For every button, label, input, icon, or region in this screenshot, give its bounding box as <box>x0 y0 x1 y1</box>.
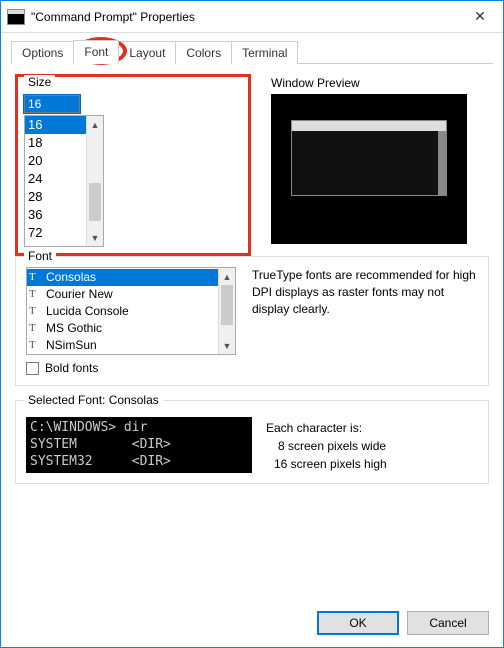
font-option[interactable]: TConsolas <box>27 269 218 286</box>
scroll-down-icon[interactable]: ▼ <box>219 337 235 354</box>
font-items: TConsolas TCourier New TLucida Console T… <box>27 268 218 354</box>
dialog-buttons: OK Cancel <box>317 611 489 635</box>
font-listbox[interactable]: TConsolas TCourier New TLucida Console T… <box>26 267 236 355</box>
titlebar: "Command Prompt" Properties ✕ <box>1 1 503 33</box>
preview-column: Window Preview <box>271 74 489 256</box>
truetype-icon: T <box>29 303 43 320</box>
size-listbox[interactable]: 16 18 20 24 28 36 72 ▲ ▼ <box>24 115 104 247</box>
tab-colors[interactable]: Colors <box>175 41 232 64</box>
font-option[interactable]: TLucida Console <box>27 303 218 320</box>
cancel-button[interactable]: Cancel <box>407 611 489 635</box>
sample-description: Each character is: 8 screen pixels wide … <box>266 417 478 473</box>
scroll-track[interactable] <box>87 133 103 229</box>
size-option[interactable]: 72 <box>25 224 86 242</box>
size-option[interactable]: 18 <box>25 134 86 152</box>
close-button[interactable]: ✕ <box>457 1 503 33</box>
truetype-icon: T <box>29 286 43 303</box>
size-option[interactable]: 36 <box>25 206 86 224</box>
cmd-icon <box>7 9 25 25</box>
font-group: Font TConsolas TCourier New TLucida Cons… <box>15 256 489 386</box>
selected-font-label: Selected Font: Consolas <box>24 393 163 407</box>
truetype-icon: T <box>29 337 43 354</box>
size-label: Size <box>24 75 55 89</box>
size-scrollbar[interactable]: ▲ ▼ <box>86 116 103 246</box>
size-input[interactable] <box>24 95 80 113</box>
scroll-down-icon[interactable]: ▼ <box>87 229 103 246</box>
bold-fonts-label: Bold fonts <box>45 361 98 375</box>
ok-button[interactable]: OK <box>317 611 399 635</box>
tab-strip: Options Font Layout Colors Terminal <box>11 39 493 64</box>
font-group-label: Font <box>24 249 56 263</box>
scroll-track[interactable] <box>219 285 235 337</box>
tab-layout[interactable]: Layout <box>118 41 176 64</box>
font-option[interactable]: TCourier New <box>27 286 218 303</box>
scroll-thumb[interactable] <box>89 183 101 221</box>
size-option[interactable]: 20 <box>25 152 86 170</box>
window-preview-label: Window Preview <box>271 76 489 90</box>
properties-window: "Command Prompt" Properties ✕ Options Fo… <box>0 0 504 648</box>
window-preview <box>271 94 467 244</box>
size-group: Size 16 18 20 24 28 36 72 ▲ <box>15 74 251 256</box>
size-option[interactable]: 16 <box>25 116 86 134</box>
truetype-icon: T <box>29 320 43 337</box>
window-title: "Command Prompt" Properties <box>31 10 457 24</box>
font-description: TrueType fonts are recommended for high … <box>252 267 478 355</box>
scroll-up-icon[interactable]: ▲ <box>87 116 103 133</box>
tab-content: Size 16 18 20 24 28 36 72 ▲ <box>1 64 503 647</box>
bold-fonts-row[interactable]: Bold fonts <box>26 361 478 375</box>
tab-options[interactable]: Options <box>11 41 74 64</box>
size-option[interactable]: 28 <box>25 188 86 206</box>
size-option[interactable]: 24 <box>25 170 86 188</box>
truetype-icon: T <box>29 269 43 286</box>
font-sample: C:\WINDOWS> dir SYSTEM <DIR> SYSTEM32 <D… <box>26 417 252 473</box>
selected-font-group: Selected Font: Consolas C:\WINDOWS> dir … <box>15 400 489 484</box>
char-width: 8 screen pixels wide <box>266 437 478 455</box>
font-option[interactable]: TNSimSun <box>27 337 218 354</box>
scroll-thumb[interactable] <box>221 285 233 325</box>
size-items: 16 18 20 24 28 36 72 <box>25 116 86 246</box>
bold-fonts-checkbox[interactable] <box>26 362 39 375</box>
tab-font[interactable]: Font <box>73 40 119 64</box>
scroll-up-icon[interactable]: ▲ <box>219 268 235 285</box>
tab-terminal[interactable]: Terminal <box>231 41 298 64</box>
preview-console-icon <box>291 120 447 196</box>
font-scrollbar[interactable]: ▲ ▼ <box>218 268 235 354</box>
font-option[interactable]: TMS Gothic <box>27 320 218 337</box>
char-height: 16 screen pixels high <box>266 455 478 473</box>
